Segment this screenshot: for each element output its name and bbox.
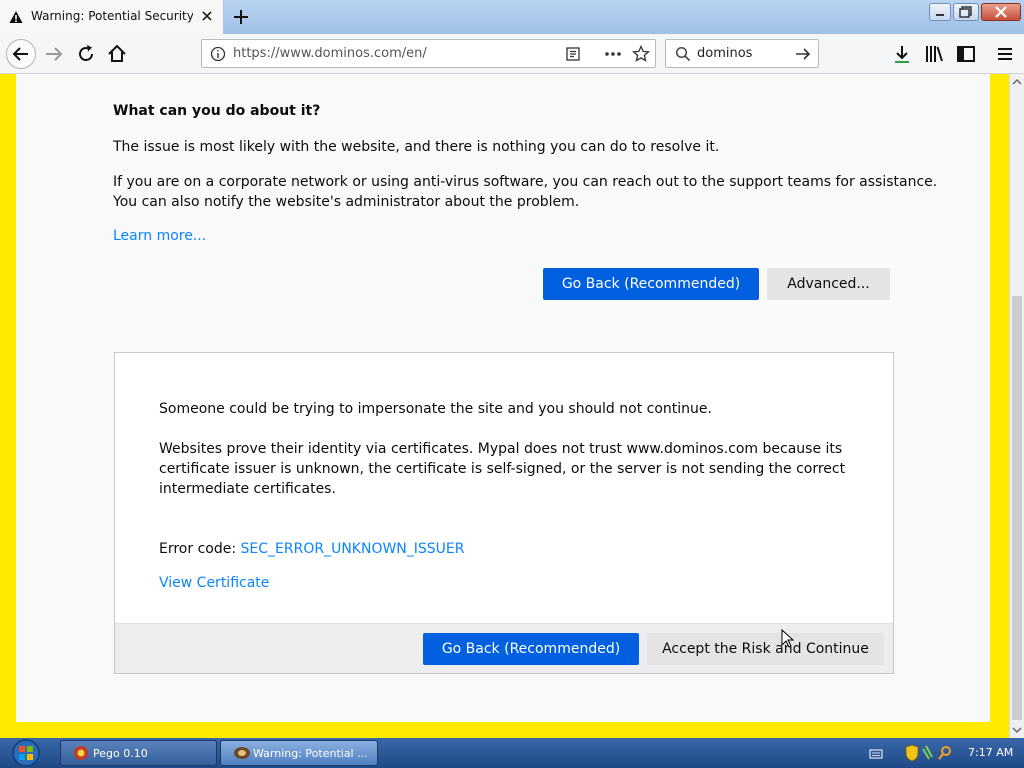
view-certificate-link[interactable]: View Certificate bbox=[159, 575, 269, 591]
impersonate-warning-text: Someone could be trying to impersonate t… bbox=[159, 401, 712, 417]
forward-arrow-icon[interactable] bbox=[42, 42, 66, 66]
close-icon bbox=[995, 6, 1007, 18]
mouse-cursor-icon bbox=[781, 629, 795, 648]
back-arrow-icon bbox=[12, 47, 28, 61]
sidebar-icon[interactable] bbox=[954, 42, 978, 66]
error-code-line: Error code: SEC_ERROR_UNKNOWN_ISSUER bbox=[159, 539, 465, 559]
restore-button[interactable] bbox=[953, 3, 979, 21]
title-bar: Warning: Potential Security Risk Ahead bbox=[0, 0, 1024, 34]
vertical-scrollbar[interactable] bbox=[1009, 74, 1024, 738]
certificate-text-line-2: certificate issuer is unknown, the certi… bbox=[159, 461, 846, 477]
home-icon[interactable] bbox=[105, 42, 129, 66]
certificate-text-line-3: intermediate certificates. bbox=[159, 481, 336, 497]
go-back-button[interactable]: Go Back (Recommended) bbox=[543, 268, 759, 300]
window-close-button[interactable] bbox=[981, 3, 1021, 21]
page-actions-icon[interactable] bbox=[603, 46, 623, 62]
taskbar: Pego 0.10 Warning: Potential ... bbox=[0, 738, 1024, 768]
scroll-up-icon[interactable] bbox=[1010, 76, 1024, 88]
info-icon[interactable] bbox=[210, 46, 226, 62]
go-arrow-icon[interactable] bbox=[794, 45, 812, 63]
tab-security-warning[interactable]: Warning: Potential Security Risk Ahead bbox=[0, 0, 224, 34]
security-shield-icon bbox=[905, 744, 919, 762]
restore-icon bbox=[959, 6, 972, 18]
close-tab-icon[interactable] bbox=[199, 8, 215, 24]
tab-title: Warning: Potential Security Risk Ahead bbox=[31, 9, 193, 23]
library-icon[interactable] bbox=[922, 42, 946, 66]
url-text[interactable]: https://www.dominos.com/en/ bbox=[233, 46, 427, 61]
taskbar-item-label: Pego 0.10 bbox=[93, 747, 148, 760]
downloads-icon[interactable] bbox=[890, 42, 914, 66]
what-can-you-do-heading: What can you do about it? bbox=[113, 103, 321, 119]
error-code-link[interactable]: SEC_ERROR_UNKNOWN_ISSUER bbox=[241, 541, 465, 557]
corporate-network-text: If you are on a corporate network or usi… bbox=[113, 174, 938, 190]
pego-app-icon bbox=[74, 746, 88, 760]
advanced-button[interactable]: Advanced... bbox=[767, 268, 890, 300]
advanced-panel-footer: Go Back (Recommended) Accept the Risk an… bbox=[115, 623, 893, 673]
windows-start-icon[interactable] bbox=[3, 739, 49, 767]
scroll-down-icon[interactable] bbox=[1010, 724, 1024, 736]
taskbar-item-label: Warning: Potential ... bbox=[253, 747, 368, 760]
navigation-toolbar: https://www.dominos.com/en/ dominos bbox=[0, 34, 1024, 74]
new-tab-icon[interactable] bbox=[230, 6, 252, 28]
reload-icon[interactable] bbox=[74, 42, 98, 66]
minimize-button[interactable] bbox=[929, 3, 951, 21]
search-bar[interactable]: dominos bbox=[665, 39, 819, 68]
go-back-button-advanced[interactable]: Go Back (Recommended) bbox=[423, 633, 639, 665]
back-button[interactable] bbox=[6, 39, 36, 69]
search-tray-icon bbox=[938, 746, 951, 760]
taskbar-item-pego[interactable]: Pego 0.10 bbox=[60, 740, 217, 766]
learn-more-link[interactable]: Learn more... bbox=[113, 228, 206, 244]
bookmark-star-icon[interactable] bbox=[632, 45, 650, 63]
taskbar-item-browser[interactable]: Warning: Potential ... bbox=[220, 740, 378, 766]
warning-icon bbox=[9, 11, 23, 23]
taskbar-clock: 7:17 AM bbox=[968, 746, 1014, 759]
reader-view-icon[interactable] bbox=[565, 46, 581, 62]
certificate-text-line-1: Websites prove their identity via certif… bbox=[159, 441, 843, 457]
scrollbar-thumb[interactable] bbox=[1012, 296, 1022, 720]
network-icon bbox=[922, 745, 933, 760]
search-icon bbox=[675, 46, 691, 62]
menu-icon[interactable] bbox=[993, 42, 1017, 66]
error-code-label: Error code: bbox=[159, 541, 241, 557]
issue-text: The issue is most likely with the websit… bbox=[113, 139, 720, 155]
minimize-icon bbox=[936, 14, 944, 16]
advanced-panel: Someone could be trying to impersonate t… bbox=[114, 352, 894, 674]
url-bar[interactable]: https://www.dominos.com/en/ bbox=[201, 39, 656, 68]
browser-app-icon bbox=[234, 747, 250, 759]
search-input[interactable]: dominos bbox=[697, 46, 752, 61]
keyboard-icon bbox=[869, 749, 883, 759]
accept-risk-button[interactable]: Accept the Risk and Continue bbox=[647, 633, 884, 665]
notify-admin-text: You can also notify the website's admini… bbox=[113, 194, 580, 210]
